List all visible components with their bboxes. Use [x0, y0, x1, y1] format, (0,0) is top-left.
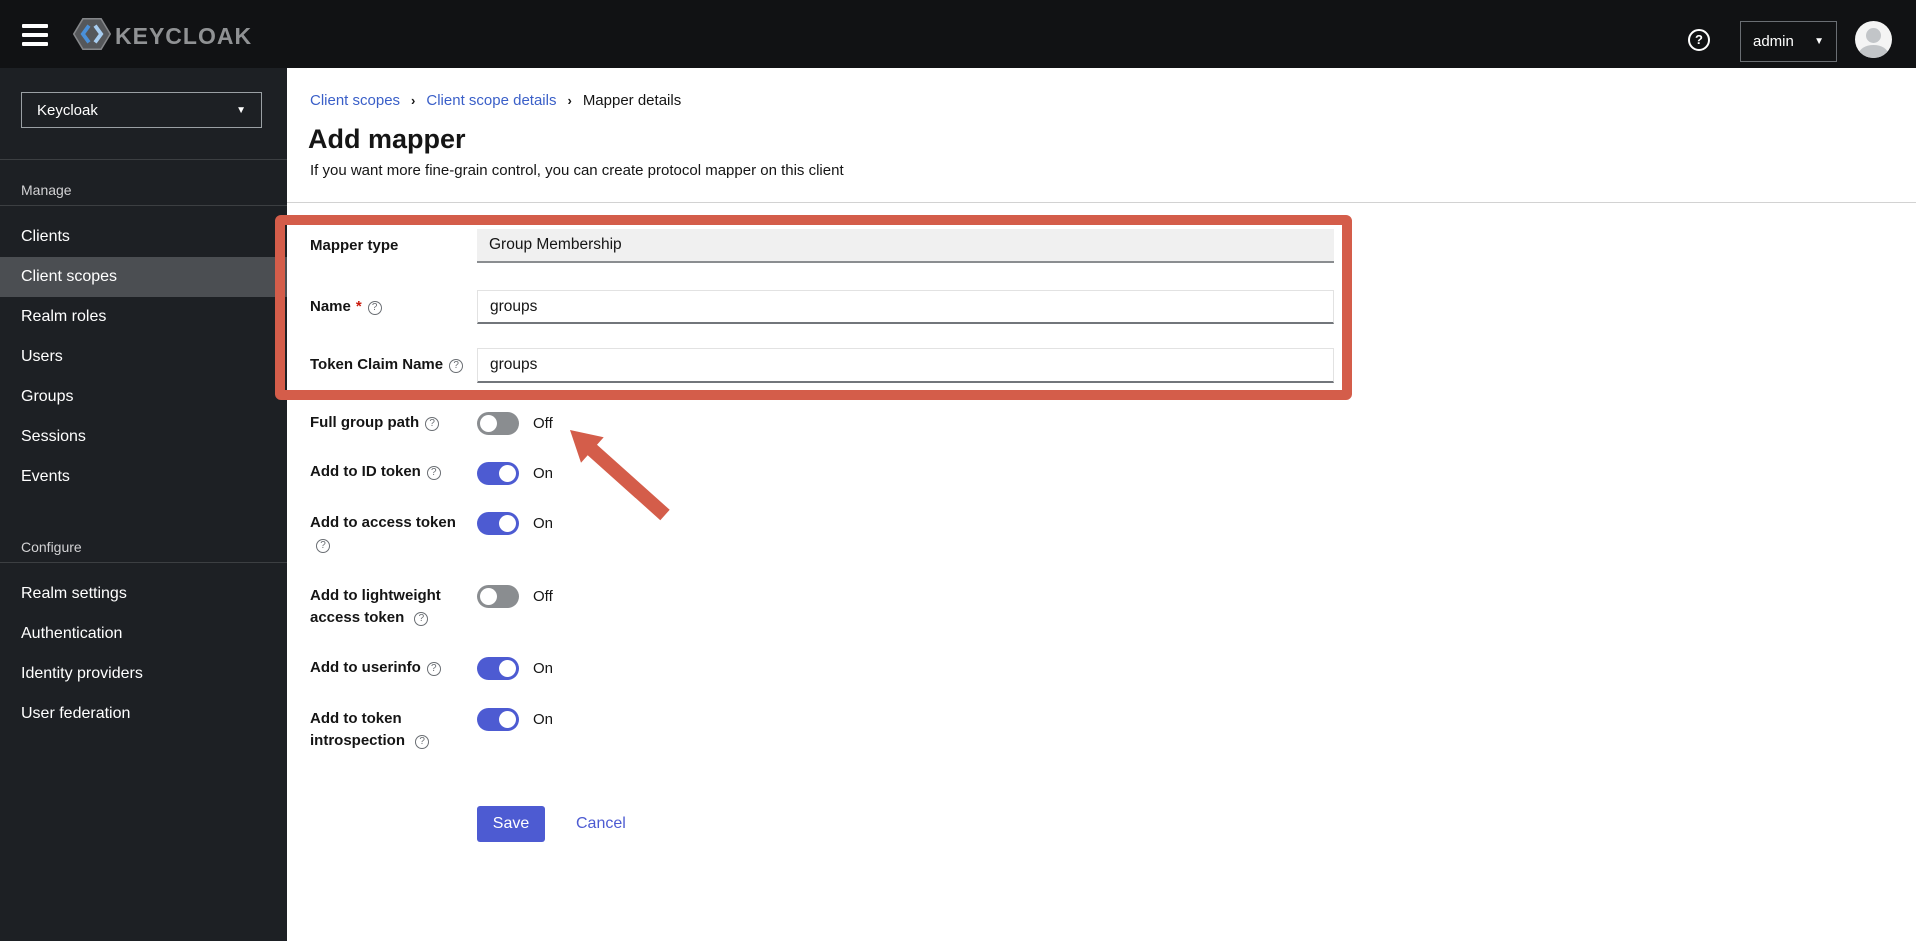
nav-list-manage: Clients Client scopes Realm roles Users …: [0, 217, 287, 497]
add-to-userinfo-value: On: [533, 660, 554, 677]
user-menu-dropdown[interactable]: admin: [1740, 21, 1837, 62]
breadcrumb: Client scopes Client scope details Mappe…: [310, 92, 681, 109]
breadcrumb-client-scope-details[interactable]: Client scope details: [426, 92, 556, 109]
help-icon[interactable]: [414, 612, 429, 626]
keycloak-logo-icon: [72, 17, 112, 56]
nav-section-configure: Configure: [21, 539, 82, 555]
help-icon[interactable]: [1688, 29, 1710, 51]
add-to-access-token-label: Add to access token: [310, 512, 458, 556]
add-to-token-introspection-toggle[interactable]: [477, 708, 519, 731]
save-button[interactable]: Save: [477, 806, 545, 842]
add-to-lightweight-access-token-value: Off: [533, 588, 553, 605]
add-to-id-token-value: On: [533, 465, 554, 482]
name-label: Name *: [310, 296, 490, 318]
chevron-down-icon: [1814, 36, 1824, 47]
nav-section-manage: Manage: [21, 182, 72, 198]
help-icon[interactable]: [316, 539, 330, 553]
help-icon[interactable]: [426, 466, 441, 480]
sidebar-item-groups[interactable]: Groups: [0, 377, 287, 417]
sidebar-item-events[interactable]: Events: [0, 457, 287, 497]
nav-list-configure: Realm settings Authentication Identity p…: [0, 574, 287, 734]
sidebar-divider: [0, 205, 287, 206]
breadcrumb-mapper-details: Mapper details: [582, 92, 682, 109]
user-menu-label: admin: [1753, 33, 1794, 50]
add-to-id-token-label: Add to ID token: [310, 461, 490, 483]
sidebar-item-client-scopes[interactable]: Client scopes: [0, 257, 287, 297]
help-icon[interactable]: [367, 301, 382, 315]
name-input[interactable]: [477, 290, 1334, 324]
help-icon[interactable]: [449, 359, 464, 373]
token-claim-name-input[interactable]: [477, 348, 1334, 383]
hamburger-menu-icon[interactable]: [22, 24, 48, 46]
help-icon[interactable]: [426, 662, 441, 676]
avatar[interactable]: [1855, 21, 1892, 58]
add-to-token-introspection-value: On: [533, 711, 554, 728]
keycloak-logo[interactable]: KEYCLOAK: [72, 17, 253, 56]
add-to-token-introspection-label: Add to token introspection: [310, 708, 434, 752]
mapper-type-label: Mapper type: [310, 237, 399, 254]
add-to-userinfo-label: Add to userinfo: [310, 657, 490, 679]
full-group-path-value: Off: [533, 415, 553, 432]
sidebar-item-user-federation[interactable]: User federation: [0, 694, 287, 734]
required-asterisk: *: [355, 298, 362, 315]
sidebar: Keycloak Manage Clients Client scopes Re…: [0, 68, 287, 941]
help-icon[interactable]: [425, 417, 440, 431]
sidebar-item-realm-roles[interactable]: Realm roles: [0, 297, 287, 337]
sidebar-item-identity-providers[interactable]: Identity providers: [0, 654, 287, 694]
chevron-down-icon: [236, 105, 246, 116]
sidebar-item-authentication[interactable]: Authentication: [0, 614, 287, 654]
realm-selector-value: Keycloak: [37, 101, 98, 119]
add-to-lightweight-access-token-toggle[interactable]: [477, 585, 519, 608]
sidebar-divider: [0, 159, 287, 160]
annotation-arrow: [570, 430, 670, 521]
chevron-right-icon: [567, 93, 571, 108]
page-subtitle: If you want more fine-grain control, you…: [310, 162, 844, 179]
app-header: KEYCLOAK admin: [0, 0, 1916, 68]
add-to-access-token-toggle[interactable]: [477, 512, 519, 535]
sidebar-item-users[interactable]: Users: [0, 337, 287, 377]
add-to-id-token-toggle[interactable]: [477, 462, 519, 485]
sidebar-item-clients[interactable]: Clients: [0, 217, 287, 257]
mapper-type-input[interactable]: [477, 229, 1334, 263]
chevron-right-icon: [411, 93, 415, 108]
realm-selector[interactable]: Keycloak: [21, 92, 262, 128]
cancel-button[interactable]: Cancel: [576, 815, 626, 833]
help-icon[interactable]: [415, 735, 430, 749]
add-to-userinfo-toggle[interactable]: [477, 657, 519, 680]
sidebar-divider: [0, 562, 287, 563]
page-title: Add mapper: [308, 124, 466, 154]
add-to-lightweight-access-token-label: Add to lightweight access token: [310, 585, 462, 629]
breadcrumb-client-scopes[interactable]: Client scopes: [310, 92, 400, 109]
add-to-access-token-value: On: [533, 515, 554, 532]
sidebar-item-sessions[interactable]: Sessions: [0, 417, 287, 457]
brand-text: KEYCLOAK: [115, 22, 253, 49]
section-divider: [287, 202, 1916, 203]
full-group-path-toggle[interactable]: [477, 412, 519, 435]
sidebar-item-realm-settings[interactable]: Realm settings: [0, 574, 287, 614]
full-group-path-label: Full group path: [310, 412, 490, 434]
